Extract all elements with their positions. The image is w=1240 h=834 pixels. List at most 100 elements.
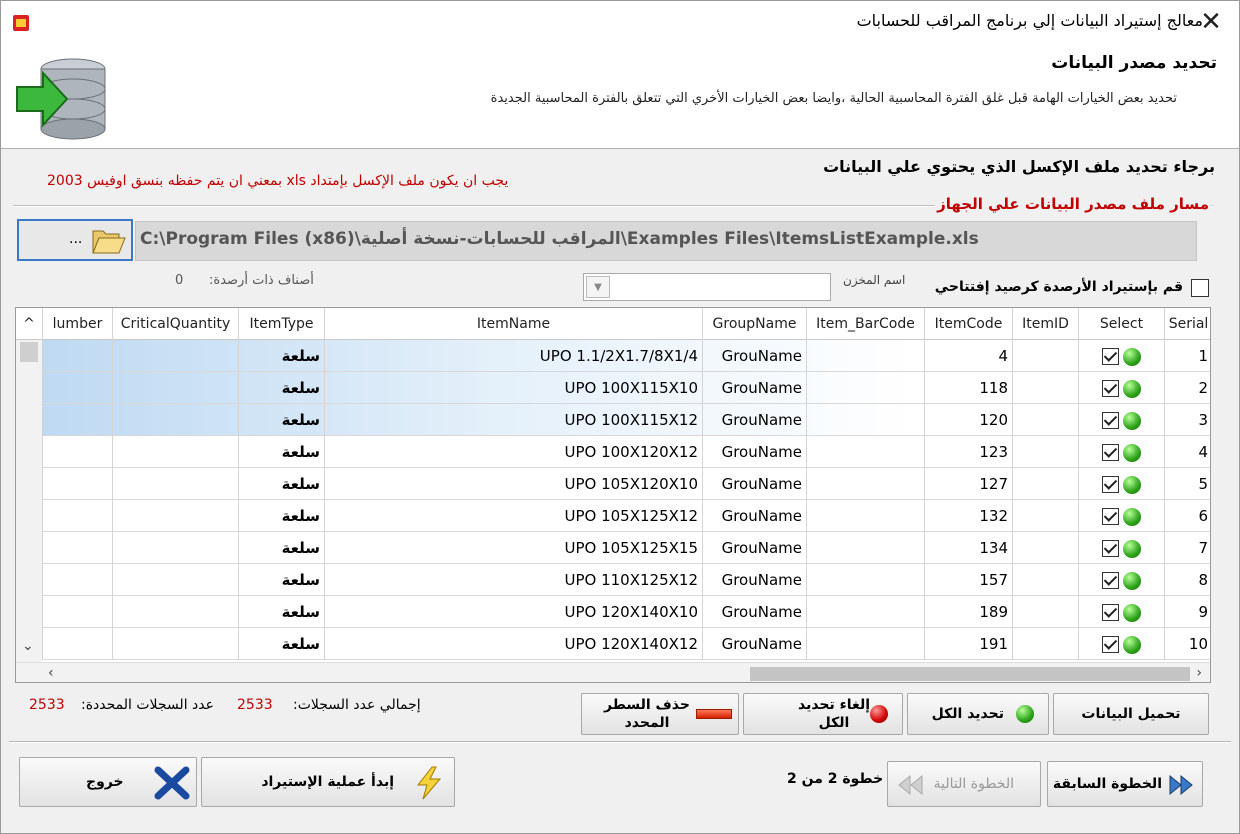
row-select-checkbox[interactable] — [1102, 348, 1119, 365]
cell-number — [42, 436, 112, 468]
next-button[interactable]: الخطوة التالية — [887, 761, 1041, 807]
col-header-itemtype[interactable]: ItemType — [238, 308, 324, 340]
cell-barcode — [806, 564, 924, 596]
col-header-critical[interactable]: CriticalQuantity — [112, 308, 238, 340]
cell-name: UPO 110X125X12 — [324, 564, 702, 596]
warehouse-select[interactable]: ▼ — [583, 273, 831, 301]
col-header-itemname[interactable]: ItemName — [324, 308, 702, 340]
items-grid[interactable]: Serial Select ItemID ItemCode Item_BarCo… — [15, 307, 1211, 683]
row-select-checkbox[interactable] — [1102, 636, 1119, 653]
cell-name: UPO 100X115X12 — [324, 404, 702, 436]
green-dot-icon — [1123, 539, 1141, 558]
horizontal-scrollbar[interactable]: ‹ › — [16, 662, 1210, 682]
deselect-all-button[interactable]: إلغاء تحديد الكل — [743, 693, 903, 735]
select-cell — [1078, 404, 1164, 436]
cell-item_id — [1012, 596, 1078, 628]
chevron-down-icon[interactable]: ⌄ — [22, 638, 34, 654]
cell-serial: 2 — [1164, 372, 1210, 404]
cell-item_code: 120 — [924, 404, 1012, 436]
delete-row-label: حذف السطر المحدد — [604, 697, 690, 731]
cell-number — [42, 628, 112, 660]
import-balances-label: قم بإستيراد الأرصدة كرصيد إفتتاحي — [934, 279, 1183, 295]
cell-item_id — [1012, 532, 1078, 564]
instruction-text: برجاء تحديد ملف الإكسل الذي يحتوي علي ال… — [823, 157, 1215, 176]
table-row[interactable]: 6 132 GrouName UPO 105X125X12 سلعة — [16, 500, 1210, 532]
cell-number — [42, 372, 112, 404]
select-all-button[interactable]: تحديد الكل — [907, 693, 1049, 735]
green-dot-icon — [1123, 411, 1141, 430]
cell-critical — [112, 500, 238, 532]
back-button[interactable]: الخطوة السابقة — [1047, 761, 1203, 807]
cell-serial: 1 — [1164, 340, 1210, 372]
table-row[interactable]: 10 191 GrouName UPO 120X140X12 سلعة — [16, 628, 1210, 660]
cell-item_code: 191 — [924, 628, 1012, 660]
start-import-button[interactable]: إبدأ عملية الإستيراد — [201, 757, 455, 807]
items-with-balance-value: 0 — [175, 273, 184, 288]
green-dot-icon — [1123, 475, 1141, 494]
window-title: معالج إستيراد البيانات إلي برنامج المراق… — [856, 11, 1203, 30]
cell-critical — [112, 404, 238, 436]
import-balances-checkbox[interactable] — [1191, 279, 1209, 297]
cell-group: GrouName — [702, 436, 806, 468]
green-dot-icon — [1016, 705, 1034, 723]
col-header-number[interactable]: lumber — [42, 308, 112, 340]
import-wizard-window: معالج إستيراد البيانات إلي برنامج المراق… — [0, 0, 1240, 834]
minus-icon — [696, 709, 732, 719]
select-cell — [1078, 628, 1164, 660]
cell-type: سلعة — [238, 372, 324, 404]
col-header-select[interactable]: Select — [1078, 308, 1164, 340]
row-select-checkbox[interactable] — [1102, 476, 1119, 493]
row-select-checkbox[interactable] — [1102, 604, 1119, 621]
row-select-checkbox[interactable] — [1102, 508, 1119, 525]
cell-barcode — [806, 340, 924, 372]
cell-item_code: 127 — [924, 468, 1012, 500]
row-select-checkbox[interactable] — [1102, 444, 1119, 461]
col-header-groupname[interactable]: GroupName — [702, 308, 806, 340]
col-header-serial[interactable]: Serial — [1164, 308, 1210, 340]
chevron-up-icon[interactable]: ^ — [16, 308, 42, 340]
delete-row-button[interactable]: حذف السطر المحدد — [581, 693, 739, 735]
col-header-barcode[interactable]: Item_BarCode — [806, 308, 924, 340]
row-select-checkbox[interactable] — [1102, 540, 1119, 557]
cell-type: سلعة — [238, 404, 324, 436]
vertical-scroll-thumb[interactable] — [20, 342, 38, 362]
cell-serial: 9 — [1164, 596, 1210, 628]
row-select-checkbox[interactable] — [1102, 412, 1119, 429]
cell-serial: 4 — [1164, 436, 1210, 468]
select-cell — [1078, 372, 1164, 404]
col-header-itemcode[interactable]: ItemCode — [924, 308, 1012, 340]
close-icon[interactable]: ✕ — [1197, 9, 1225, 37]
footer-divider — [9, 741, 1231, 742]
col-header-itemid[interactable]: ItemID — [1012, 308, 1078, 340]
cell-item_code: 157 — [924, 564, 1012, 596]
cell-type: سلعة — [238, 628, 324, 660]
browse-button[interactable]: ... — [17, 219, 133, 261]
row-select-checkbox[interactable] — [1102, 380, 1119, 397]
cell-group: GrouName — [702, 628, 806, 660]
chevron-left-icon[interactable]: ‹ — [48, 665, 54, 681]
table-row[interactable]: 8 157 GrouName UPO 110X125X12 سلعة — [16, 564, 1210, 596]
cell-number — [42, 532, 112, 564]
table-row[interactable]: 9 189 GrouName UPO 120X140X10 سلعة — [16, 596, 1210, 628]
horizontal-scroll-thumb[interactable] — [750, 667, 1190, 681]
cell-type: سلعة — [238, 340, 324, 372]
table-row[interactable]: 4 123 GrouName UPO 100X120X12 سلعة — [16, 436, 1210, 468]
vertical-scrollbar[interactable]: ⌄ — [16, 340, 42, 662]
green-dot-icon — [1123, 443, 1141, 462]
cell-item_id — [1012, 404, 1078, 436]
chevron-right-icon[interactable]: › — [1196, 665, 1202, 681]
row-select-checkbox[interactable] — [1102, 572, 1119, 589]
cell-item_code: 132 — [924, 500, 1012, 532]
table-row[interactable]: 7 134 GrouName UPO 105X125X15 سلعة — [16, 532, 1210, 564]
cell-number — [42, 404, 112, 436]
table-row[interactable]: 1 4 GrouName UPO 1.1/2X1.7/8X1/4 سلعة — [16, 340, 1210, 372]
chevron-down-icon[interactable]: ▼ — [586, 276, 610, 298]
exit-button[interactable]: خروج — [19, 757, 197, 807]
table-row[interactable]: 5 127 GrouName UPO 105X120X10 سلعة — [16, 468, 1210, 500]
table-row[interactable]: 3 120 GrouName UPO 100X115X12 سلعة — [16, 404, 1210, 436]
load-data-button[interactable]: تحميل البيانات — [1053, 693, 1209, 735]
file-path-field[interactable]: C:\Program Files (x86)\المراقب للحسابات-… — [135, 221, 1197, 261]
cell-type: سلعة — [238, 564, 324, 596]
table-row[interactable]: 2 118 GrouName UPO 100X115X10 سلعة — [16, 372, 1210, 404]
total-records-value: 2533 — [237, 697, 273, 713]
